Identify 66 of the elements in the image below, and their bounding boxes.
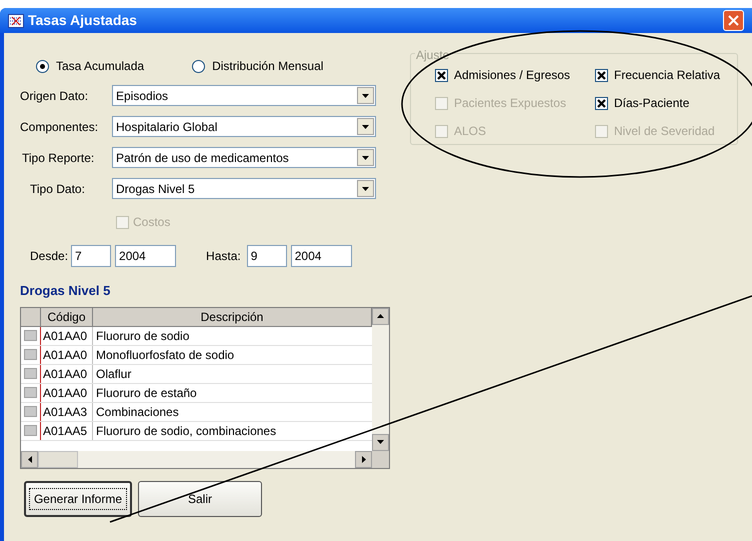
- close-icon: [728, 15, 739, 26]
- checkbox-label: ALOS: [454, 123, 486, 140]
- table-cell-text: Combinaciones: [95, 404, 180, 420]
- year-field[interactable]: 2004: [115, 245, 176, 267]
- checkbox-label: Frecuencia Relativa: [614, 67, 720, 84]
- table-cell: A01AA0: [41, 364, 93, 382]
- horizontal-scrollbar[interactable]: [21, 450, 389, 468]
- month-field[interactable]: 7: [71, 245, 112, 267]
- field-label: Componentes:: [20, 120, 98, 134]
- radio-label: Distribución Mensual: [212, 58, 324, 75]
- scrollbar-thumb[interactable]: [38, 450, 78, 468]
- table-cell: A01AA0: [41, 384, 93, 402]
- button[interactable]: Generar Informe: [24, 480, 132, 516]
- dropdown-arrow-icon: [362, 124, 369, 128]
- checkbox-label: Pacientes Expuestos: [454, 95, 566, 112]
- dropdown-arrow-icon: [362, 94, 369, 98]
- table-cell: A01AA5: [41, 422, 93, 440]
- grid-icon: [8, 14, 24, 28]
- dropdown-arrow-icon: [362, 156, 369, 160]
- dropdown[interactable]: Patrón de uso de medicamentos: [112, 147, 376, 168]
- dropdown-arrow-icon: [362, 186, 369, 190]
- field-label: Tipo Reporte:: [22, 150, 94, 164]
- field-label: Hasta:: [206, 248, 241, 265]
- table-cell-text: Fluoruro de sodio, combinaciones: [95, 422, 278, 440]
- table-cell-text: Fluoruro de sodio: [95, 328, 190, 344]
- up-arrow-icon: [377, 314, 384, 318]
- vertical-scrollbar[interactable]: [372, 308, 389, 450]
- close-button[interactable]: [723, 10, 744, 31]
- row-selector[interactable]: [24, 406, 37, 417]
- table-cell-text: Monofluorfosfato de sodio: [95, 346, 236, 364]
- scrollbar-corner: [372, 450, 389, 468]
- checkbox[interactable]: [595, 96, 608, 110]
- field-label: Desde:: [30, 248, 68, 265]
- radio-button[interactable]: [36, 60, 49, 72]
- table-cell: A01AA3: [41, 402, 93, 420]
- section-title: Drogas Nivel 5: [20, 282, 112, 300]
- field-label: Origen Dato:: [20, 88, 88, 102]
- dropdown[interactable]: Hospitalario Global: [112, 116, 376, 137]
- left-arrow-icon: [28, 456, 32, 462]
- window-title: Tasas Ajustadas: [28, 11, 138, 30]
- row-selector[interactable]: [24, 330, 37, 341]
- table-cell-text: Olaflur: [95, 366, 132, 382]
- down-arrow-icon: [377, 440, 384, 444]
- checkbox-label: Días-Paciente: [614, 95, 690, 112]
- dropdown[interactable]: Drogas Nivel 5: [112, 178, 376, 199]
- row-selector[interactable]: [24, 349, 37, 360]
- checkbox-label: Costos: [133, 214, 170, 231]
- button[interactable]: Salir: [138, 480, 262, 516]
- year-field[interactable]: 2004: [290, 245, 352, 267]
- checkbox[interactable]: [595, 68, 608, 82]
- radio-button[interactable]: [192, 60, 206, 72]
- column-header[interactable]: Código: [41, 308, 93, 326]
- table-cell: A01AA0: [41, 326, 93, 344]
- checkbox-label: Nivel de Severidad: [614, 123, 715, 140]
- row-selector[interactable]: [24, 387, 37, 398]
- row-selector[interactable]: [24, 368, 37, 379]
- table-cell: A01AA0: [41, 346, 93, 364]
- radio-label: Tasa Acumulada: [56, 58, 144, 75]
- right-arrow-icon: [362, 456, 366, 462]
- table-cell-text: Fluoruro de estaño: [95, 384, 198, 402]
- dropdown[interactable]: Episodios: [112, 85, 376, 106]
- checkbox-label: Admisiones / Egresos: [454, 67, 570, 84]
- month-field[interactable]: 9: [246, 245, 287, 267]
- row-selector[interactable]: [24, 425, 37, 436]
- field-label: Tipo Dato:: [30, 182, 85, 196]
- checkbox[interactable]: [435, 68, 448, 82]
